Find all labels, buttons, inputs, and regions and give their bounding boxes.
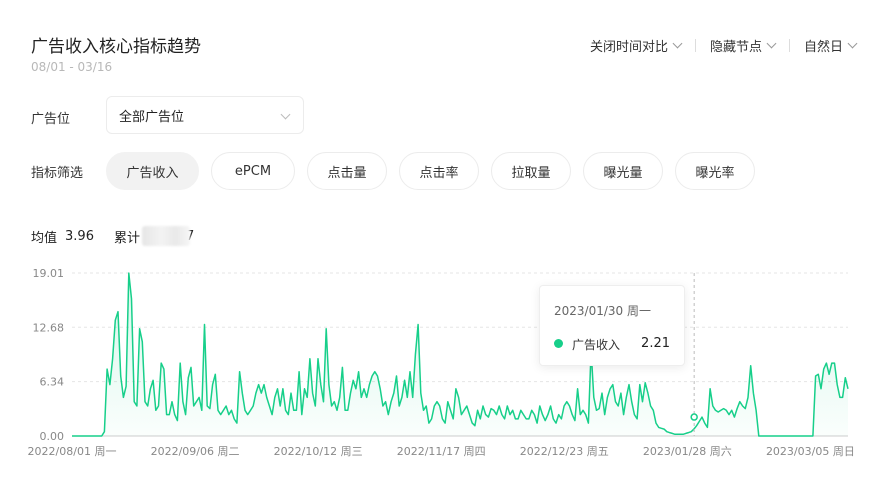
tooltip-series-name: 广告收入 [572, 338, 621, 352]
metric-chip-epcm[interactable]: ePCM [211, 152, 295, 190]
time-compare-label: 关闭时间对比 [589, 40, 668, 55]
ad-slot-label: 广告位 [31, 112, 71, 127]
x-tick-label: 2022/10/12 周三 [274, 445, 363, 458]
ad-slot-select[interactable]: 全部广告位 [106, 96, 304, 134]
top-actions: 关闭时间对比 隐藏节点 自然日 [589, 36, 858, 55]
chart-tooltip: 2023/01/30 周一 广告收入 2.21 [539, 285, 685, 366]
metric-chip-impressions[interactable]: 曝光量 [583, 152, 663, 190]
hover-point [690, 413, 698, 421]
metric-chips: 广告收入 ePCM 点击量 点击率 拉取量 曝光量 曝光率 [106, 152, 767, 190]
chevron-down-icon [766, 38, 777, 49]
series-dot-icon [554, 339, 563, 348]
chevron-down-icon [847, 38, 858, 49]
x-tick-label: 2023/01/28 周六 [643, 445, 732, 458]
cumulative-label: 累计 [113, 230, 140, 246]
cumulative-value-redacted [141, 226, 190, 246]
granularity-label: 自然日 [803, 40, 843, 55]
y-tick-label: 19.01 [33, 267, 65, 280]
x-tick-label: 2022/08/01 周一 [28, 445, 117, 458]
metric-chip-pulls[interactable]: 拉取量 [491, 152, 571, 190]
chevron-down-icon [280, 109, 291, 120]
avg-label: 均值 [31, 230, 58, 246]
divider [788, 39, 790, 52]
hide-nodes-dropdown[interactable]: 隐藏节点 [709, 36, 777, 55]
divider [694, 39, 696, 52]
chevron-down-icon [672, 38, 683, 49]
tooltip-value: 2.21 [641, 336, 670, 351]
y-tick-label: 12.68 [33, 321, 65, 334]
revenue-trend-chart[interactable]: 0.00 6.34 12.68 19.01 2022/08/01 周一 2022/09/… [0, 258, 894, 468]
hide-nodes-label: 隐藏节点 [709, 40, 762, 55]
metric-chip-ad-revenue[interactable]: 广告收入 [106, 152, 199, 190]
metric-chip-impression-rate[interactable]: 曝光率 [675, 152, 755, 190]
summary-stats: 均值 3.96 累计 7 [31, 226, 194, 246]
x-tick-label: 2022/11/17 周四 [397, 445, 486, 458]
metric-chip-clicks[interactable]: 点击量 [307, 152, 387, 190]
time-compare-dropdown[interactable]: 关闭时间对比 [589, 36, 683, 55]
y-tick-label: 0.00 [40, 430, 65, 443]
granularity-dropdown[interactable]: 自然日 [803, 36, 858, 55]
date-range: 08/01 - 03/16 [31, 60, 113, 74]
ad-slot-value: 全部广告位 [119, 109, 185, 125]
metric-chip-ctr[interactable]: 点击率 [399, 152, 479, 190]
metric-filter-label: 指标筛选 [31, 166, 84, 181]
x-tick-label: 2023/03/05 周日 [766, 445, 855, 458]
x-tick-label: 2022/12/23 周五 [520, 445, 609, 458]
page-title: 广告收入核心指标趋势 [31, 37, 201, 57]
tooltip-date: 2023/01/30 周一 [554, 304, 651, 318]
y-tick-label: 6.34 [40, 376, 65, 389]
x-tick-label: 2022/09/06 周二 [151, 445, 240, 458]
avg-value: 3.96 [65, 228, 94, 244]
